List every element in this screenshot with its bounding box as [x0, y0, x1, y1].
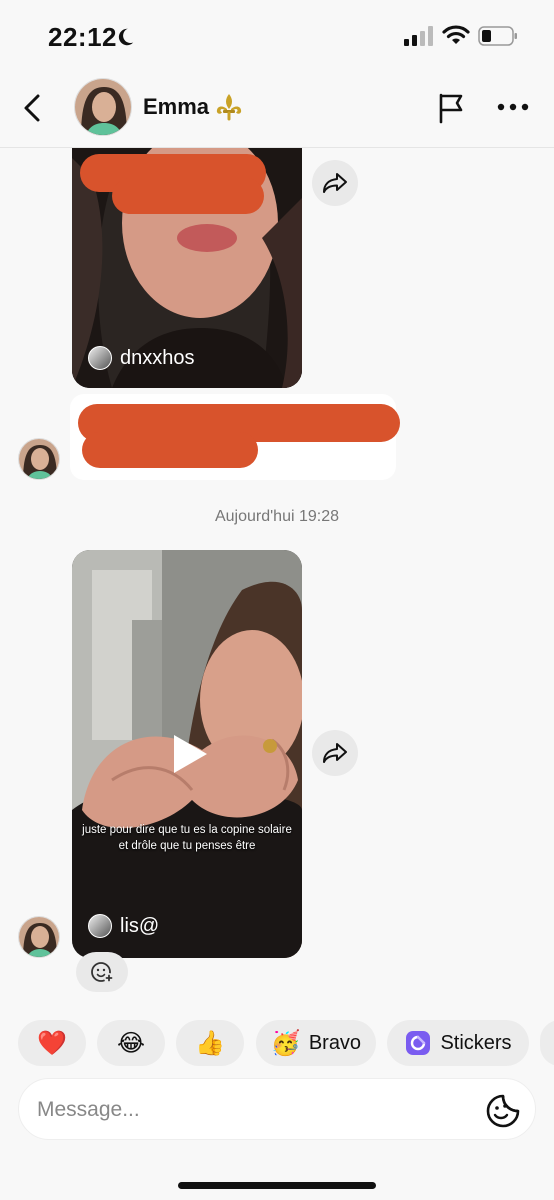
moon-icon — [118, 28, 134, 46]
laughing-face-icon: 😂 — [116, 1029, 146, 1057]
quick-reply-more[interactable] — [540, 1020, 554, 1066]
status-bar: 22:12 — [0, 0, 554, 70]
contact-avatar[interactable] — [74, 78, 132, 136]
text-message-bubble[interactable] — [70, 394, 400, 480]
sender-avatar-2[interactable] — [18, 916, 60, 958]
share-button-2[interactable] — [312, 730, 358, 776]
message-list[interactable]: dnxxhos Aujourd'hui 19:28 juste pour dir… — [0, 148, 554, 1010]
creator-username: dnxxhos — [120, 346, 195, 369]
video-creator-1[interactable]: dnxxhos — [88, 346, 195, 370]
emoji-sticker-icon[interactable] — [485, 1093, 521, 1129]
creator-avatar — [88, 914, 112, 938]
quick-reply-laughing[interactable]: 😂 — [97, 1020, 165, 1066]
thumbs-up-icon: 👍 — [195, 1029, 225, 1057]
party-face-icon: 🥳 — [270, 1029, 301, 1057]
quick-reply-heart[interactable]: ❤️ — [18, 1020, 86, 1066]
share-arrow-icon — [323, 743, 347, 763]
redaction-mark — [82, 432, 258, 468]
video-creator-2[interactable]: lis@ — [88, 914, 159, 938]
quick-reply-bravo[interactable]: 🥳 Bravo — [256, 1020, 376, 1066]
creator-avatar — [88, 346, 112, 370]
share-button-1[interactable] — [312, 160, 358, 206]
message-timestamp: Aujourd'hui 19:28 — [214, 508, 340, 525]
message-input[interactable] — [37, 1093, 467, 1127]
quick-reply-thumbs-up[interactable]: 👍 — [176, 1020, 244, 1066]
share-arrow-icon — [323, 173, 347, 193]
home-indicator — [178, 1182, 376, 1189]
video-caption: juste pour dire que tu es la copine sola… — [82, 824, 292, 852]
fleur-de-lis-icon — [216, 94, 242, 121]
report-flag-icon[interactable] — [436, 92, 468, 124]
add-reaction-icon — [91, 962, 114, 983]
wifi-icon — [442, 25, 470, 44]
add-reaction-button[interactable] — [76, 952, 128, 992]
sticker-icon — [406, 1031, 431, 1055]
battery-icon — [478, 26, 517, 46]
chip-label: Stickers — [440, 1031, 512, 1054]
back-arrow-icon[interactable] — [18, 92, 46, 124]
contact-name: Emma — [143, 94, 210, 119]
play-icon[interactable] — [170, 732, 210, 776]
quick-reply-bar: ❤️ 😂 👍 🥳 Bravo Stickers — [0, 1020, 554, 1068]
message-composer — [18, 1078, 536, 1140]
sender-avatar-1[interactable] — [18, 438, 60, 480]
quick-reply-stickers[interactable]: Stickers — [387, 1020, 529, 1066]
shared-video-1[interactable]: dnxxhos — [72, 148, 302, 388]
more-options-icon[interactable] — [496, 100, 530, 114]
chip-label: Bravo — [308, 1031, 362, 1054]
shared-video-2[interactable]: juste pour dire que tu es la copine sola… — [72, 550, 302, 958]
status-time: 22:12 — [48, 22, 117, 52]
signal-icon — [404, 26, 433, 46]
heart-icon: ❤️ — [37, 1029, 67, 1057]
chat-header: Emma — [0, 70, 554, 148]
creator-username: lis@ — [120, 914, 160, 937]
